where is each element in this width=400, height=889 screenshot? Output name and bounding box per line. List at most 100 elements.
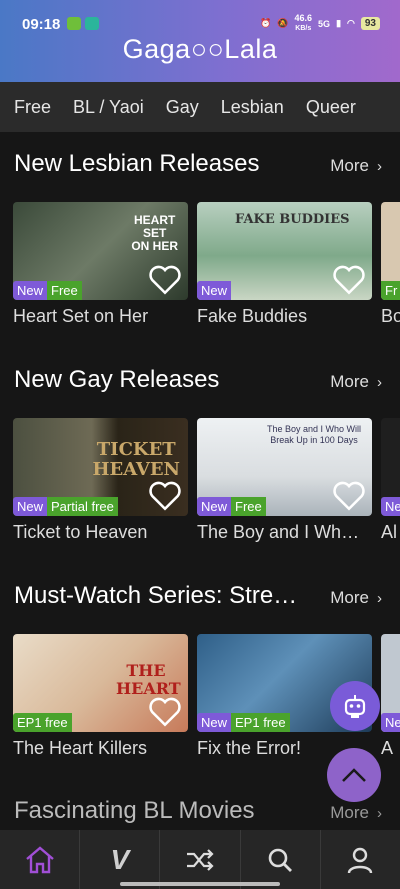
badges: Ne (381, 497, 400, 516)
tab-gay[interactable]: Gay (166, 97, 199, 118)
heart-icon[interactable] (148, 480, 182, 512)
section-title: New Gay Releases (14, 366, 220, 393)
more-link[interactable]: More › (330, 372, 382, 392)
card-title: The Boy and I Wh… (197, 522, 360, 542)
signal-bars-icon: ▮ (336, 18, 342, 28)
ep1-free-badge: EP1 free (13, 713, 72, 732)
ep1-free-badge: EP1 free (231, 713, 290, 732)
system-home-indicator (120, 882, 280, 886)
nav-search[interactable] (241, 830, 321, 889)
poster-title: FAKE BUDDIES (235, 212, 350, 227)
wifi-icon: ◠ (347, 18, 355, 28)
app-logo: Gaga○○Lala (122, 34, 278, 64)
card-title: Bo (381, 306, 400, 326)
badges: New Partial free (13, 497, 118, 516)
chevron-right-icon: › (377, 805, 382, 822)
search-icon (268, 848, 293, 872)
more-link[interactable]: More › (330, 156, 382, 176)
section-lesbian: New Lesbian Releases More › HEART SET ON … (0, 150, 400, 340)
card-row: TICKET HEAVEN New Partial free Ticket to… (13, 418, 400, 548)
section-bl-movies: Fascinating BL Movies More › (0, 797, 400, 831)
card-row: HEART SET ON HER New Free Heart Set on H… (13, 202, 400, 332)
status-right: ⏰ 🔕 46.6 KB/s 5G ▮ ◠ 93 (260, 14, 380, 33)
tab-lesbian[interactable]: Lesbian (221, 97, 284, 118)
chatbot-button[interactable] (330, 681, 380, 731)
chevron-up-icon (342, 768, 366, 782)
poster-title: HEART SET ON HER (131, 213, 178, 253)
more-link[interactable]: More › (330, 803, 382, 823)
nav-shuffle[interactable] (160, 830, 241, 889)
tab-free[interactable]: Free (14, 97, 51, 118)
free-badge: Free (47, 281, 82, 300)
badges: New (197, 281, 232, 300)
app-header: 09:18 ⏰ 🔕 46.6 KB/s 5G ▮ ◠ 93 Gaga○○Lala (0, 0, 400, 82)
heart-icon[interactable] (332, 264, 366, 296)
new-badge: New (13, 497, 48, 516)
card-title: The Heart Killers (13, 738, 148, 758)
status-time: 09:18 (22, 16, 61, 33)
heart-icon[interactable] (332, 480, 366, 512)
video-card[interactable]: Ne (381, 418, 400, 516)
net-speed: 46.6 KB/s (294, 13, 313, 33)
video-card[interactable]: HEART SET ON HER New Free (13, 202, 188, 300)
nav-home[interactable] (0, 830, 81, 889)
new-badge: Ne (381, 497, 400, 516)
new-badge: New (197, 713, 232, 732)
chevron-right-icon: › (377, 158, 382, 175)
alarm-icon: ⏰ (260, 18, 272, 28)
section-title: New Lesbian Releases (14, 150, 260, 177)
new-badge: New (197, 281, 232, 300)
robot-icon (344, 695, 366, 718)
battery-indicator: 93 (360, 17, 380, 30)
badges: New Free (13, 281, 82, 300)
video-card[interactable]: The Boy and I Who Will Break Up in 100 D… (197, 418, 372, 516)
app-notification-icon (85, 17, 99, 30)
section-must-watch: Must-Watch Series: Stre… More › THE HEART… (0, 582, 400, 772)
poster-title: TICKET HEAVEN (92, 439, 180, 480)
bottom-nav: V (0, 830, 400, 889)
signal-label: 5G (318, 18, 331, 29)
mute-icon: 🔕 (277, 18, 289, 28)
chevron-right-icon: › (377, 374, 382, 391)
video-card[interactable]: TICKET HEAVEN New Partial free (13, 418, 188, 516)
poster-title: The Boy and I Who Will Break Up in 100 D… (266, 424, 362, 445)
card-title: Al (381, 522, 398, 542)
video-card[interactable]: Ne (381, 634, 400, 732)
nav-profile[interactable] (321, 830, 400, 889)
partial-free-badge: Partial free (47, 497, 118, 516)
v-logo-icon: V (110, 843, 130, 875)
badges: EP1 free (13, 713, 72, 732)
heart-icon[interactable] (148, 696, 182, 728)
section-title: Fascinating BL Movies (14, 797, 255, 824)
profile-icon (348, 847, 373, 873)
nav-v[interactable]: V (80, 830, 161, 889)
shuffle-icon (187, 848, 214, 871)
photos-notification-icon (67, 17, 81, 30)
poster-title: THE HEART (116, 661, 181, 698)
badges: New EP1 free (197, 713, 290, 732)
section-title: Must-Watch Series: Stre… (14, 582, 298, 609)
video-card[interactable]: Fr (381, 202, 400, 300)
badges: New Free (197, 497, 266, 516)
badges: Fr (381, 281, 400, 300)
tab-bl-yaoi[interactable]: BL / Yaoi (73, 97, 144, 118)
video-card[interactable]: THE HEART EP1 free (13, 634, 188, 732)
video-card[interactable]: FAKE BUDDIES New (197, 202, 372, 300)
free-badge: Fr (381, 281, 400, 300)
card-title: A (381, 738, 394, 758)
category-tabs: Free BL / Yaoi Gay Lesbian Queer (0, 82, 400, 132)
home-icon (25, 845, 54, 873)
new-badge: Ne (381, 713, 400, 732)
heart-icon[interactable] (148, 264, 182, 296)
scroll-top-button[interactable] (327, 748, 381, 802)
badges: Ne (381, 713, 400, 732)
section-gay: New Gay Releases More › TICKET HEAVEN New… (0, 366, 400, 556)
new-badge: New (197, 497, 232, 516)
more-link[interactable]: More › (330, 588, 382, 608)
new-badge: New (13, 281, 48, 300)
card-title: Heart Set on Her (13, 306, 149, 326)
card-title: Fake Buddies (197, 306, 308, 326)
tab-queer[interactable]: Queer (306, 97, 356, 118)
chevron-right-icon: › (377, 590, 382, 607)
free-badge: Free (231, 497, 266, 516)
